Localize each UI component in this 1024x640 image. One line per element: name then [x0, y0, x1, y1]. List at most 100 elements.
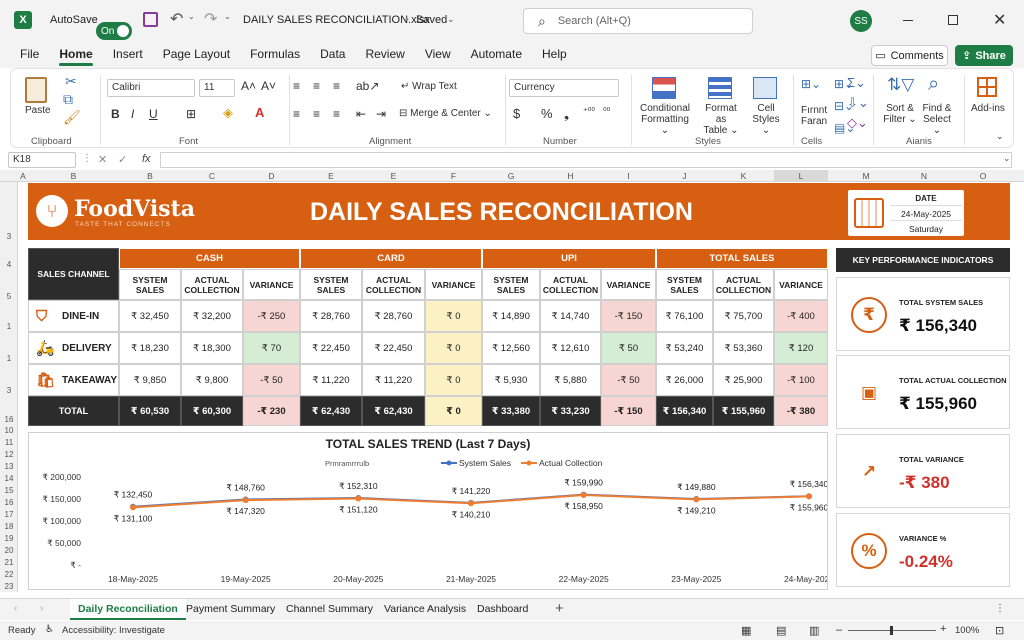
sort-filter-icon[interactable]: ⇅▽	[887, 75, 914, 95]
sub-header[interactable]: SYSTEM SALES	[119, 269, 181, 300]
cell-styles-label[interactable]: Cell Styles ⌄	[747, 103, 785, 136]
row-header[interactable]: 21	[0, 558, 18, 567]
comma-style-icon[interactable]: ❟	[564, 106, 569, 122]
fill-color-icon[interactable]: ◈	[223, 105, 233, 121]
conditional-formatting-label[interactable]: Conditional Formatting ⌄	[638, 103, 692, 136]
avatar[interactable]: SS	[850, 10, 872, 32]
column-header[interactable]: B	[119, 170, 181, 182]
group-header-total-sales[interactable]: TOTAL SALES	[656, 248, 828, 269]
table-cell[interactable]: ₹ 53,360	[713, 332, 774, 364]
total-cell[interactable]: ₹ 60,300	[181, 396, 243, 426]
row-header[interactable]: 16	[0, 415, 18, 424]
enter-formula-icon[interactable]: ✓	[118, 153, 127, 166]
fit-window-icon[interactable]: ⊡	[995, 624, 1004, 637]
row-header[interactable]: 23	[0, 582, 18, 591]
zoom-slider-thumb[interactable]	[890, 626, 893, 635]
row-header[interactable]: 12	[0, 450, 18, 459]
page-break-view-icon[interactable]: ▥	[809, 624, 819, 637]
row-header[interactable]: 10	[0, 426, 18, 435]
decrease-font-icon[interactable]: A˅	[261, 79, 276, 93]
column-header[interactable]: O	[954, 170, 1012, 182]
align-bottom-icon[interactable]: ≡	[333, 79, 340, 93]
addins-icon[interactable]	[977, 77, 997, 97]
minimize-icon[interactable]	[903, 20, 913, 21]
increase-decimal-icon[interactable]: ⁺⁰⁰	[583, 106, 595, 117]
row-header[interactable]: 19	[0, 534, 18, 543]
total-cell[interactable]: -₹ 150	[601, 396, 656, 426]
table-cell[interactable]: -₹ 50	[601, 364, 656, 396]
sub-header[interactable]: SYSTEM SALES	[482, 269, 540, 300]
sub-header[interactable]: ACTUAL COLLECTION	[713, 269, 774, 300]
customize-qat-icon[interactable]: ⌄	[224, 12, 231, 21]
search-box[interactable]: ⌕ Search (Alt+Q)	[523, 8, 753, 34]
orientation-icon[interactable]: ab↗	[356, 79, 379, 93]
table-cell[interactable]: -₹ 100	[774, 364, 828, 396]
tab-daily-reconciliation[interactable]: Daily Reconciliation	[70, 599, 186, 620]
column-header[interactable]: J	[656, 170, 713, 182]
column-header[interactable]: E	[300, 170, 362, 182]
column-header[interactable]: M	[838, 170, 894, 182]
table-cell[interactable]: ₹ 9,850	[119, 364, 181, 396]
row-header[interactable]: 13	[0, 462, 18, 471]
sub-header[interactable]: ACTUAL COLLECTION	[181, 269, 243, 300]
menu-file[interactable]: File	[10, 40, 49, 68]
find-select-icon[interactable]: ⌕	[928, 73, 939, 96]
menu-home[interactable]: Home	[49, 40, 102, 68]
italic-icon[interactable]: I	[131, 107, 134, 121]
save-status[interactable]: Saved	[416, 14, 447, 26]
total-cell[interactable]: ₹ 155,960	[713, 396, 774, 426]
channel-cell-delivery[interactable]: 🛵 DELIVERY	[28, 332, 119, 364]
table-cell[interactable]: ₹ 28,760	[362, 300, 425, 332]
align-middle-icon[interactable]: ≡	[313, 79, 320, 93]
tab-channel-summary[interactable]: Channel Summary	[278, 599, 381, 620]
normal-view-icon[interactable]: ▦	[741, 624, 751, 637]
table-cell[interactable]: ₹ 14,890	[482, 300, 540, 332]
total-cell[interactable]: ₹ 60,530	[119, 396, 181, 426]
sub-header[interactable]: VARIANCE	[774, 269, 828, 300]
row-header[interactable]: 11	[0, 438, 18, 447]
row-header[interactable]: 18	[0, 522, 18, 531]
table-cell[interactable]: ₹ 22,450	[362, 332, 425, 364]
bold-icon[interactable]: B	[111, 107, 120, 121]
row-header[interactable]: 4	[0, 260, 18, 269]
share-button[interactable]: ⇪ Share	[955, 45, 1013, 66]
page-layout-view-icon[interactable]: ▤	[776, 624, 786, 637]
column-header[interactable]: K	[713, 170, 774, 182]
expand-formula-icon[interactable]: ⌄	[1003, 153, 1011, 164]
total-cell[interactable]: ₹ 62,430	[362, 396, 425, 426]
column-header[interactable]: D	[243, 170, 300, 182]
row-header[interactable]: 15	[0, 486, 18, 495]
conditional-formatting-icon[interactable]	[652, 77, 676, 99]
total-label[interactable]: TOTAL	[28, 396, 119, 426]
table-cell[interactable]: ₹ 32,450	[119, 300, 181, 332]
table-cell[interactable]: ₹ 120	[774, 332, 828, 364]
tab-variance-analysis[interactable]: Variance Analysis	[376, 599, 474, 620]
row-header[interactable]: 20	[0, 546, 18, 555]
clear-icon[interactable]: ◇⌄	[847, 115, 868, 131]
row-header[interactable]: 3	[0, 386, 18, 395]
sub-header[interactable]: VARIANCE	[601, 269, 656, 300]
align-top-icon[interactable]: ≡	[293, 79, 300, 93]
tab-options-icon[interactable]: ⋮	[995, 603, 1005, 614]
paste-icon[interactable]	[25, 77, 47, 103]
table-cell[interactable]: ₹ 5,880	[540, 364, 601, 396]
maximize-icon[interactable]	[948, 15, 958, 25]
align-right-icon[interactable]: ≡	[333, 107, 340, 121]
fill-icon[interactable]: ⇩⌄	[847, 95, 869, 111]
zoom-level[interactable]: 100%	[955, 625, 979, 636]
table-cell[interactable]: ₹ 18,230	[119, 332, 181, 364]
scroll-tabs-left-icon[interactable]: ‹	[14, 603, 17, 614]
table-cell[interactable]: -₹ 250	[243, 300, 300, 332]
table-cell[interactable]: ₹ 0	[425, 300, 482, 332]
font-color-icon[interactable]: A	[255, 105, 264, 120]
currency-icon[interactable]: $	[513, 106, 520, 121]
menu-view[interactable]: View	[415, 40, 461, 68]
close-icon[interactable]: ✕	[993, 10, 1006, 30]
menu-help[interactable]: Help	[532, 40, 577, 68]
undo-icon[interactable]: ↶	[170, 9, 183, 29]
table-cell[interactable]: ₹ 12,560	[482, 332, 540, 364]
paste-label[interactable]: Paste	[25, 105, 51, 116]
column-header[interactable]: F	[425, 170, 482, 182]
row-header[interactable]: 14	[0, 474, 18, 483]
total-cell[interactable]: -₹ 380	[774, 396, 828, 426]
